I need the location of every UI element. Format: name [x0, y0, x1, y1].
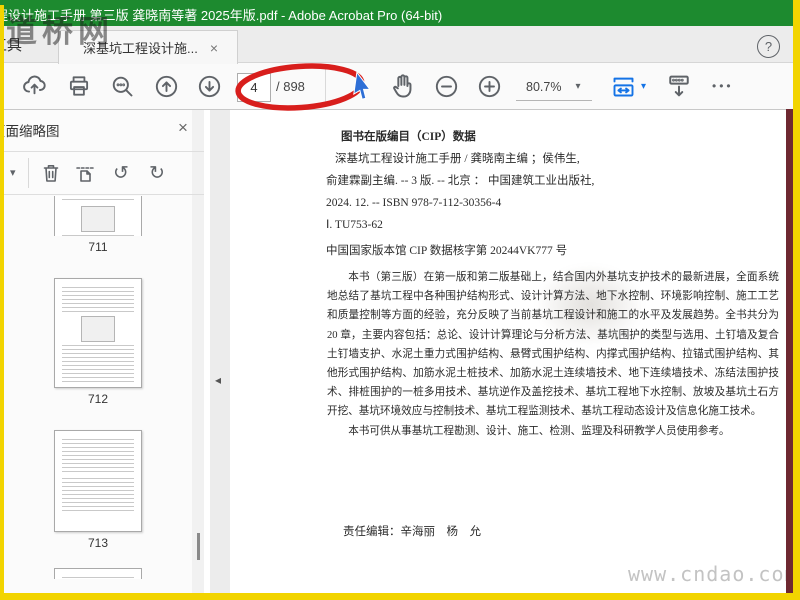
rotate-cw-button[interactable]: ↻	[142, 158, 172, 188]
chevron-down-icon: ▾	[575, 81, 581, 92]
cip-block: 图书在版编目（CIP）数据 深基坑工程设计施工手册 / 龚晓南主编 ；侯伟生, …	[326, 126, 594, 262]
crop-page-icon	[76, 167, 94, 182]
fit-width-button[interactable]	[608, 71, 638, 101]
book-summary: 本书（第三版）在第一版和第二版基础上，结合国内外基坑支护技术的最新进展，全面系统…	[327, 268, 779, 441]
page-total-label: / 898	[276, 79, 305, 94]
sidebar-scrollbar-thumb[interactable]	[197, 533, 200, 560]
frame-maroon-strip	[786, 109, 793, 593]
frame-border-right	[793, 0, 800, 600]
credit-line: 责任编辑：辛海丽 杨 允	[343, 526, 481, 538]
document-page[interactable]: 图书在版编目（CIP）数据 深基坑工程设计施工手册 / 龚晓南主编 ；侯伟生, …	[230, 110, 797, 594]
toolbar-collapse-icon	[669, 75, 689, 97]
hand-tool-button[interactable]	[388, 71, 418, 101]
rotate-ccw-button[interactable]: ↺	[106, 158, 136, 188]
cip-line: 2024. 12. -- ISBN 978-7-112-30356-4	[326, 197, 502, 209]
next-page-button[interactable]	[194, 71, 224, 101]
thumbnail-page-preview	[54, 196, 142, 236]
crop-pages-button[interactable]	[70, 158, 100, 188]
zoom-out-button[interactable]	[431, 71, 461, 101]
thumbnail-item[interactable]: 712	[54, 278, 142, 406]
thumbnail-page-preview	[54, 430, 142, 532]
thumbnail-page-number: 712	[87, 392, 109, 406]
rotate-ccw-icon: ↺	[113, 162, 129, 184]
window-title: 程设计施工手册 第三版 龚晓南等著 2025年版.pdf - Adobe Acr…	[0, 8, 443, 23]
search-icon	[112, 76, 132, 96]
search-button[interactable]	[107, 71, 137, 101]
thumbnail-item[interactable]: 713	[54, 430, 142, 550]
thumbnail-page-number: 711	[88, 240, 108, 254]
fit-width-icon	[613, 77, 633, 96]
cloud-upload-icon	[22, 75, 46, 94]
main-toolbar: 4 / 898 80.7% ▾ ▾ •••	[0, 62, 800, 110]
cip-line: 俞建霖副主编. -- 3 版. -- 北京 ： 中国建筑工业出版社,	[326, 175, 595, 187]
thumbnail-toolbar: ▾ ↺ ↻	[4, 152, 204, 194]
help-icon[interactable]: ?	[757, 35, 780, 58]
zoom-out-icon	[435, 75, 457, 97]
cip-line: 深基坑工程设计施工手册 / 龚晓南主编 ；侯伟生,	[335, 153, 580, 165]
credits-block: 责任编辑：辛海丽 杨 允 文字编辑：王 磊 责任校对：赵 力	[343, 465, 481, 600]
page-down-icon	[198, 75, 220, 97]
frame-border-left	[0, 5, 4, 600]
thumbnail-page-number: 713	[87, 536, 109, 550]
page-up-icon	[155, 75, 177, 97]
thumbnail-page-preview	[54, 278, 142, 388]
print-button[interactable]	[64, 71, 94, 101]
panel-splitter[interactable]: ◂	[210, 110, 230, 594]
tab-document[interactable]: 深基坑工程设计施... ×	[58, 30, 238, 64]
thumbnail-item[interactable]: 711	[54, 196, 142, 254]
panel-divider	[4, 194, 204, 195]
thumbnail-options-dropdown[interactable]: ▾	[10, 166, 16, 179]
page-number-input[interactable]: 4	[237, 73, 271, 102]
summary-paragraph: 本书（第三版）在第一版和第二版基础上，结合国内外基坑支护技术的最新进展，全面系统…	[327, 272, 779, 418]
thumbnail-list: 711 712 713	[4, 196, 192, 594]
cip-title: 图书在版编目（CIP）数据	[341, 131, 476, 143]
tab-document-label: 深基坑工程设计施...	[83, 41, 198, 56]
panel-close-icon[interactable]: ×	[178, 118, 188, 138]
previous-page-button[interactable]	[151, 71, 181, 101]
printer-icon	[69, 76, 89, 96]
frame-border-bottom	[0, 593, 800, 600]
zoom-in-icon	[478, 75, 500, 97]
app-window: 程设计施工手册 第三版 龚晓南等著 2025年版.pdf - Adobe Acr…	[0, 0, 800, 600]
thumbnail-item-partial[interactable]	[54, 568, 142, 579]
tab-bar: 工具 深基坑工程设计施... × ?	[0, 26, 800, 64]
toolbar-separator	[325, 69, 326, 103]
zoom-level-dropdown[interactable]: 80.7% ▾	[516, 73, 592, 101]
audience-paragraph: 本书可供从事基坑工程勘测、设计、施工、检测、监理及科研教学人员使用参考。	[348, 425, 730, 437]
title-bar: 程设计施工手册 第三版 龚晓南等著 2025年版.pdf - Adobe Acr…	[0, 0, 800, 26]
rotate-cw-icon: ↻	[149, 162, 165, 184]
fit-options-caret-icon[interactable]: ▾	[641, 81, 646, 92]
close-tab-icon[interactable]: ×	[210, 40, 218, 56]
cip-line: Ⅰ. TU753-62	[326, 219, 383, 231]
toolbar-separator	[28, 158, 29, 188]
more-tools-button[interactable]: •••	[712, 79, 734, 93]
zoom-in-button[interactable]	[474, 71, 504, 101]
share-upload-button[interactable]	[19, 71, 49, 101]
delete-pages-button[interactable]	[36, 158, 66, 188]
hand-tool-icon	[393, 74, 412, 98]
trash-icon	[43, 165, 59, 182]
zoom-level-value: 80.7%	[526, 79, 562, 94]
collapse-panel-icon[interactable]: ◂	[215, 373, 221, 387]
hide-toolbar-button[interactable]	[664, 71, 694, 101]
cip-line: 中国国家版本馆 CIP 数据核字第 20244VK777 号	[326, 245, 568, 257]
page-watermark: www.cndao.com	[628, 562, 798, 586]
panel-title: 页面缩略图	[0, 124, 60, 139]
